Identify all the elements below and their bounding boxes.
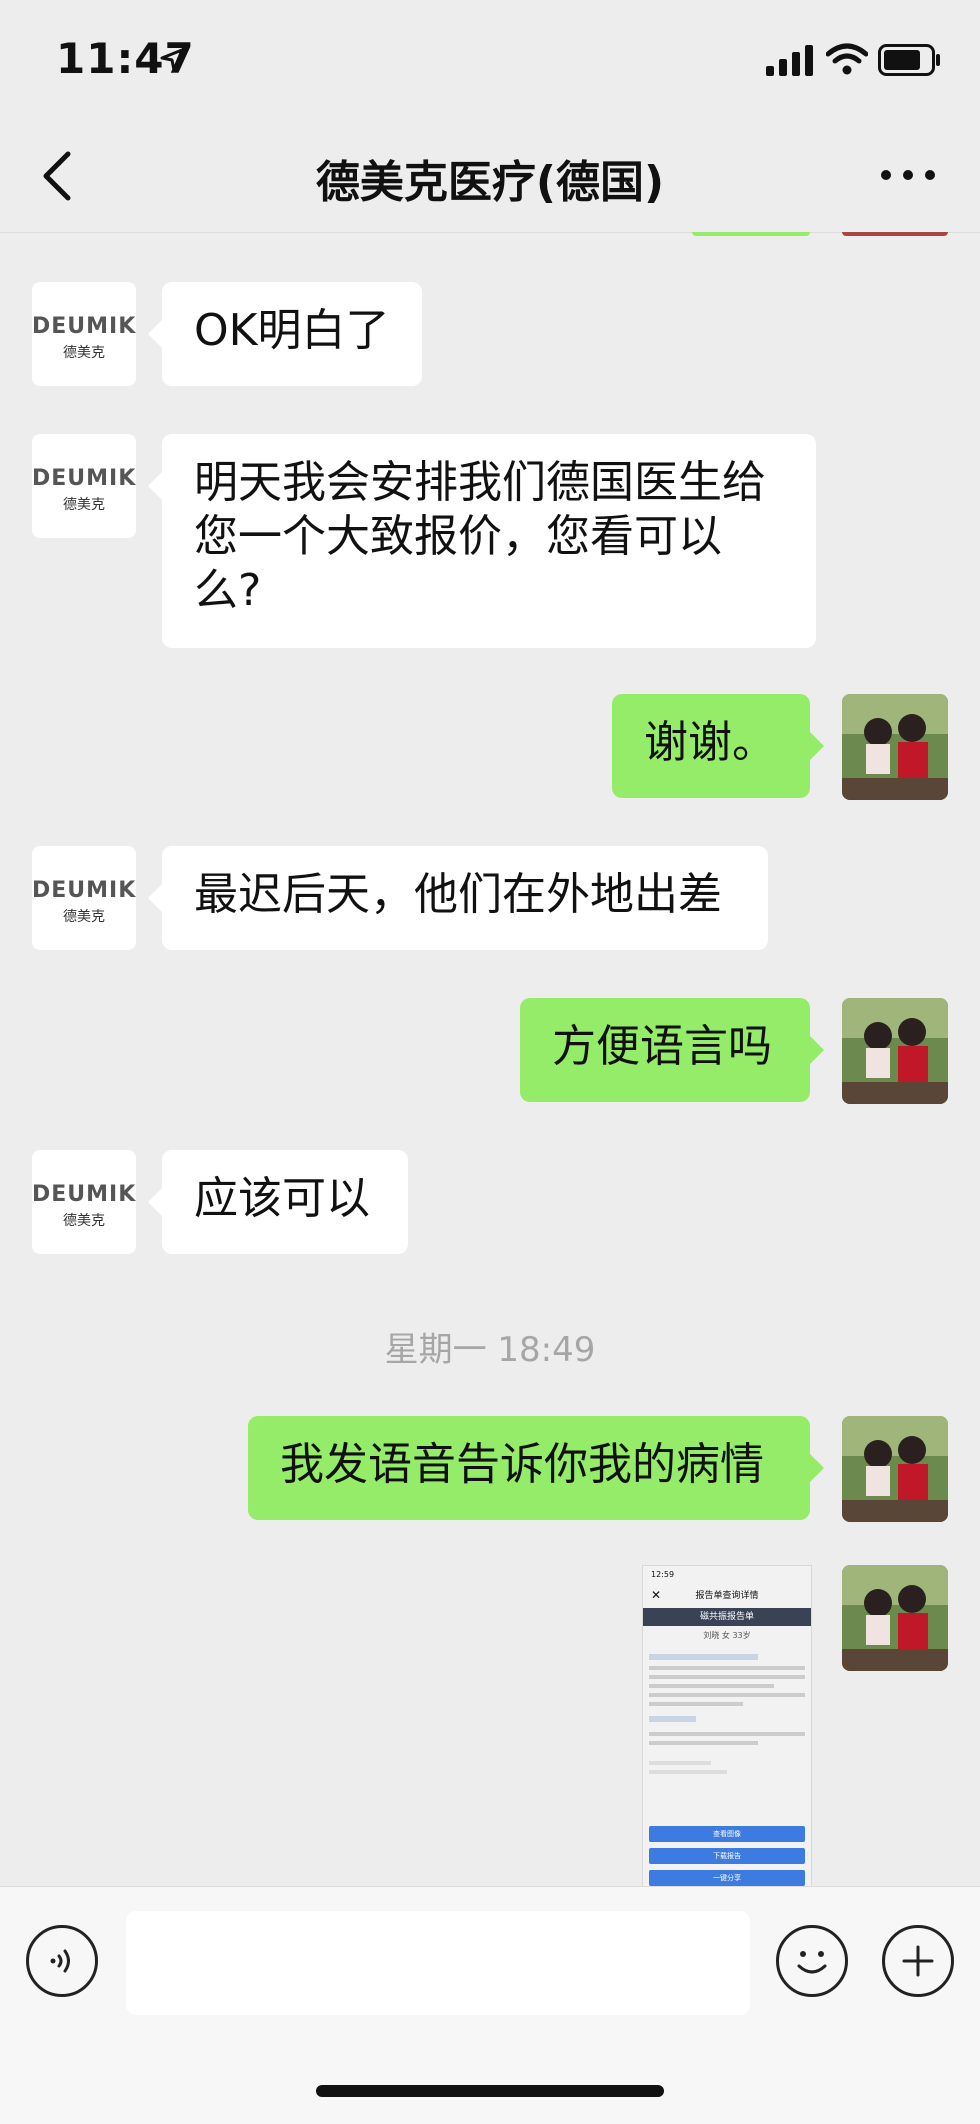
thumb-button-share: 一键分享 xyxy=(649,1870,805,1886)
emoji-icon xyxy=(797,1951,827,1974)
emoji-button[interactable] xyxy=(776,1925,848,1997)
thumb-button-download: 下载报告 xyxy=(649,1848,805,1864)
location-arrow-icon xyxy=(160,48,184,72)
thumb-button-view-image: 查看图像 xyxy=(649,1826,805,1842)
plus-icon xyxy=(902,1945,934,1977)
chat-title: 德美克医疗(德国) xyxy=(315,157,665,208)
more-functions-button[interactable] xyxy=(882,1925,954,1997)
message-text: 明天我会安排我们德国医生给您一个大致报价，您看可以么? xyxy=(194,457,766,616)
user-avatar[interactable] xyxy=(842,1565,948,1671)
battery-icon xyxy=(878,44,940,76)
contact-avatar[interactable]: DEUMIK 德美克 xyxy=(32,1150,136,1254)
signal-icon xyxy=(766,45,813,76)
brand-logo-subtext: 德美克 xyxy=(63,909,105,925)
message-text: 方便语言吗 xyxy=(552,1021,772,1072)
user-avatar[interactable] xyxy=(842,694,948,800)
message-bubble-incoming[interactable]: 应该可以 xyxy=(148,1150,408,1254)
thumb-title: 报告单查询详情 xyxy=(695,1591,759,1601)
message-input[interactable] xyxy=(126,1911,750,2015)
message-bubble-outgoing[interactable]: 我发语音告诉你我的病情 xyxy=(248,1416,824,1520)
user-avatar[interactable] xyxy=(842,1416,948,1522)
message-text: 我发语音告诉你我的病情 xyxy=(280,1439,764,1490)
brand-logo-text: DEUMIK xyxy=(32,314,137,339)
status-bar: 11:47 xyxy=(0,0,980,120)
message-bubble-outgoing[interactable]: 方便语言吗 xyxy=(520,998,824,1102)
user-avatar[interactable] xyxy=(842,998,948,1104)
more-options-icon[interactable] xyxy=(878,160,938,190)
message-bubble-incoming[interactable]: 明天我会安排我们德国医生给您一个大致报价，您看可以么? xyxy=(148,434,816,648)
chat-header: 德美克医疗(德国) xyxy=(0,120,980,233)
thumb-status-time: 12:59 xyxy=(651,1570,675,1579)
brand-logo-text: DEUMIK xyxy=(32,466,137,491)
thumb-report-header: 磁共振报告单 xyxy=(643,1608,811,1626)
message-bubble-incoming[interactable]: OK明白了 xyxy=(148,282,422,386)
message-text: 谢谢。 xyxy=(644,717,776,768)
brand-logo-text: DEUMIK xyxy=(32,1182,137,1207)
message-text: 应该可以 xyxy=(194,1173,370,1224)
voice-icon xyxy=(50,1949,70,1973)
thumb-patient: 刘晓 女 33岁 xyxy=(703,1631,751,1640)
voice-input-button[interactable] xyxy=(26,1925,98,1997)
contact-avatar[interactable]: DEUMIK 德美克 xyxy=(32,846,136,950)
home-indicator[interactable] xyxy=(316,2085,664,2097)
previous-avatar xyxy=(842,232,948,236)
brand-logo-subtext: 德美克 xyxy=(63,497,105,513)
message-bubble-outgoing[interactable]: 谢谢。 xyxy=(612,694,824,798)
image-message-thumbnail[interactable]: 12:59 ✕ 报告单查询详情 磁共振报告单 刘晓 女 33岁 查看图像 下载报… xyxy=(642,1565,812,1889)
message-bubble-incoming[interactable]: 最迟后天，他们在外地出差 xyxy=(148,846,768,950)
brand-logo-subtext: 德美克 xyxy=(63,1213,105,1229)
brand-logo-subtext: 德美克 xyxy=(63,345,105,361)
thumb-report-body xyxy=(649,1648,805,1828)
wifi-icon xyxy=(826,43,868,75)
brand-logo-text: DEUMIK xyxy=(32,878,137,903)
previous-message-bubble xyxy=(692,232,810,236)
chat-timestamp: 星期一 18:49 xyxy=(384,1330,596,1370)
contact-avatar[interactable]: DEUMIK 德美克 xyxy=(32,434,136,538)
message-text: 最迟后天，他们在外地出差 xyxy=(194,869,722,920)
message-text: OK明白了 xyxy=(194,305,390,356)
contact-avatar[interactable]: DEUMIK 德美克 xyxy=(32,282,136,386)
